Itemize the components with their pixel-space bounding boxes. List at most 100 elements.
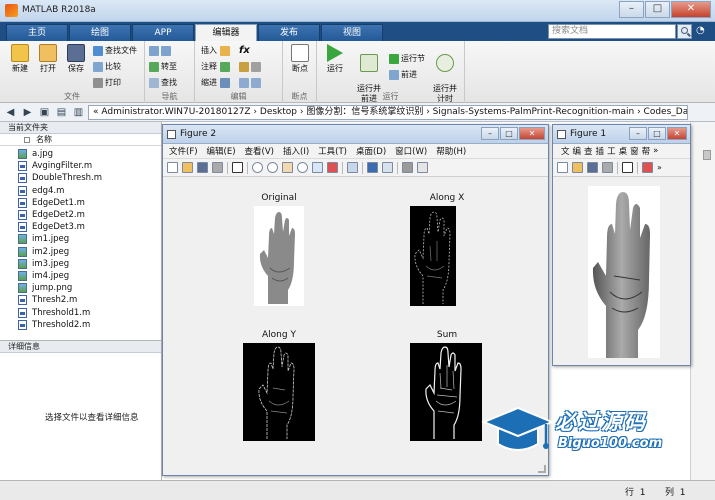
- file-item[interactable]: EdgeDet3.m: [0, 221, 161, 233]
- browse-folder-icon[interactable]: ▤: [55, 106, 68, 119]
- file-item[interactable]: edg4.m: [0, 185, 161, 197]
- edit-plot-arrow-icon[interactable]: [232, 162, 243, 173]
- menu-file[interactable]: 文件(F): [169, 145, 198, 157]
- menu-window[interactable]: 窗: [630, 145, 639, 157]
- figure-1-maximize-button[interactable]: □: [648, 127, 666, 140]
- menu-insert[interactable]: 插: [596, 145, 605, 157]
- tab-plots[interactable]: 绘图: [69, 24, 131, 41]
- print-button[interactable]: 打印: [93, 76, 121, 89]
- file-item[interactable]: AvgingFilter.m: [0, 160, 161, 172]
- maximize-button[interactable]: □: [645, 1, 670, 18]
- pan-hand-icon[interactable]: [282, 162, 293, 173]
- menu-help[interactable]: 帮: [642, 145, 651, 157]
- insert-button[interactable]: 插入: [201, 44, 232, 57]
- print-figure-icon[interactable]: [602, 162, 613, 173]
- find-button[interactable]: 查找: [149, 76, 177, 89]
- file-item[interactable]: Threshold2.m: [0, 319, 161, 331]
- comment-toggle-button[interactable]: [239, 60, 263, 73]
- new-figure-icon[interactable]: [167, 162, 178, 173]
- new-figure-icon[interactable]: [557, 162, 568, 173]
- advance-button[interactable]: 前进: [389, 68, 417, 81]
- rotate-3d-icon[interactable]: [297, 162, 308, 173]
- data-cursor-icon[interactable]: [312, 162, 323, 173]
- folder-up-icon[interactable]: ▣: [38, 106, 51, 119]
- search-icon[interactable]: [677, 24, 692, 39]
- more-tools-icon[interactable]: »: [657, 163, 662, 172]
- menu-desktop[interactable]: 桌: [619, 145, 628, 157]
- file-item[interactable]: Thresh2.m: [0, 294, 161, 306]
- menu-tools[interactable]: 工具(T): [318, 145, 347, 157]
- find-files-button[interactable]: 查找文件: [93, 44, 137, 57]
- breakpoints-button[interactable]: 断点: [286, 44, 314, 74]
- save-figure-icon[interactable]: [587, 162, 598, 173]
- menu-tools[interactable]: 工: [607, 145, 616, 157]
- search-input[interactable]: 搜索文档: [548, 24, 676, 39]
- file-item[interactable]: EdgeDet2.m: [0, 209, 161, 221]
- menu-more[interactable]: »: [653, 146, 658, 156]
- figure-2-close-button[interactable]: ✕: [519, 127, 545, 140]
- new-button[interactable]: 新建: [6, 44, 34, 74]
- file-item[interactable]: EdgeDet1.m: [0, 197, 161, 209]
- file-item[interactable]: jump.png: [0, 282, 161, 294]
- tab-publish[interactable]: 发布: [258, 24, 320, 41]
- file-item[interactable]: im4.jpeg: [0, 270, 161, 282]
- figure-1-minimize-button[interactable]: –: [629, 127, 647, 140]
- zoom-out-icon[interactable]: [267, 162, 278, 173]
- folder-icon[interactable]: ▥: [72, 106, 85, 119]
- insert-function-button[interactable]: fx: [239, 44, 250, 57]
- show-plot-tools-icon[interactable]: [417, 162, 428, 173]
- indent-button[interactable]: 缩进: [201, 76, 232, 89]
- print-figure-icon[interactable]: [212, 162, 223, 173]
- link-plot-icon[interactable]: [347, 162, 358, 173]
- menu-file[interactable]: 文: [561, 145, 570, 157]
- menu-view[interactable]: 查看(V): [245, 145, 274, 157]
- close-button[interactable]: ✕: [671, 1, 711, 18]
- notification-bell-icon[interactable]: ◔: [696, 25, 708, 38]
- menu-edit[interactable]: 编辑(E): [207, 145, 236, 157]
- back-forward-button[interactable]: [149, 44, 173, 57]
- background-scrollbar[interactable]: [703, 150, 711, 160]
- figure-2-maximize-button[interactable]: □: [500, 127, 518, 140]
- brush-icon[interactable]: [642, 162, 653, 173]
- legend-icon[interactable]: [382, 162, 393, 173]
- name-column-header[interactable]: 名称: [0, 134, 161, 146]
- back-arrow-icon[interactable]: ◀: [4, 106, 17, 119]
- run-button[interactable]: 运行: [321, 44, 349, 74]
- figure-2-minimize-button[interactable]: –: [481, 127, 499, 140]
- figure-1-close-button[interactable]: ✕: [667, 127, 687, 140]
- menu-view[interactable]: 查: [584, 145, 593, 157]
- current-path[interactable]: « Administrator.WIN7U-20180127Z › Deskto…: [88, 105, 688, 120]
- indent-controls[interactable]: [239, 76, 263, 89]
- colorbar-icon[interactable]: [367, 162, 378, 173]
- menu-window[interactable]: 窗口(W): [395, 145, 427, 157]
- tab-home[interactable]: 主页: [6, 24, 68, 41]
- file-item[interactable]: Threshold1.m: [0, 306, 161, 318]
- goto-button[interactable]: 转至: [149, 60, 177, 73]
- save-figure-icon[interactable]: [197, 162, 208, 173]
- tab-editor[interactable]: 编辑器: [195, 24, 257, 42]
- menu-help[interactable]: 帮助(H): [436, 145, 466, 157]
- open-file-icon[interactable]: [182, 162, 193, 173]
- file-item[interactable]: im2.jpeg: [0, 246, 161, 258]
- file-item[interactable]: a.jpg: [0, 148, 161, 160]
- menu-insert[interactable]: 插入(I): [283, 145, 309, 157]
- minimize-button[interactable]: –: [619, 1, 644, 18]
- edit-plot-arrow-icon[interactable]: [622, 162, 633, 173]
- file-item[interactable]: im3.jpeg: [0, 258, 161, 270]
- file-item[interactable]: im1.jpeg: [0, 233, 161, 245]
- menu-edit[interactable]: 编: [573, 145, 582, 157]
- file-item[interactable]: DoubleThresh.m: [0, 172, 161, 184]
- zoom-in-icon[interactable]: [252, 162, 263, 173]
- tab-view[interactable]: 视图: [321, 24, 383, 41]
- hide-plot-tools-icon[interactable]: [402, 162, 413, 173]
- open-button[interactable]: 打开: [34, 44, 62, 74]
- brush-icon[interactable]: [327, 162, 338, 173]
- save-button[interactable]: 保存: [62, 44, 90, 74]
- compare-button[interactable]: 比较: [93, 60, 121, 73]
- comment-button[interactable]: 注释: [201, 60, 232, 73]
- tab-apps[interactable]: APP: [132, 24, 194, 41]
- forward-arrow-icon[interactable]: ▶: [21, 106, 34, 119]
- run-section-button[interactable]: 运行节: [389, 52, 425, 65]
- menu-desktop[interactable]: 桌面(D): [356, 145, 386, 157]
- open-file-icon[interactable]: [572, 162, 583, 173]
